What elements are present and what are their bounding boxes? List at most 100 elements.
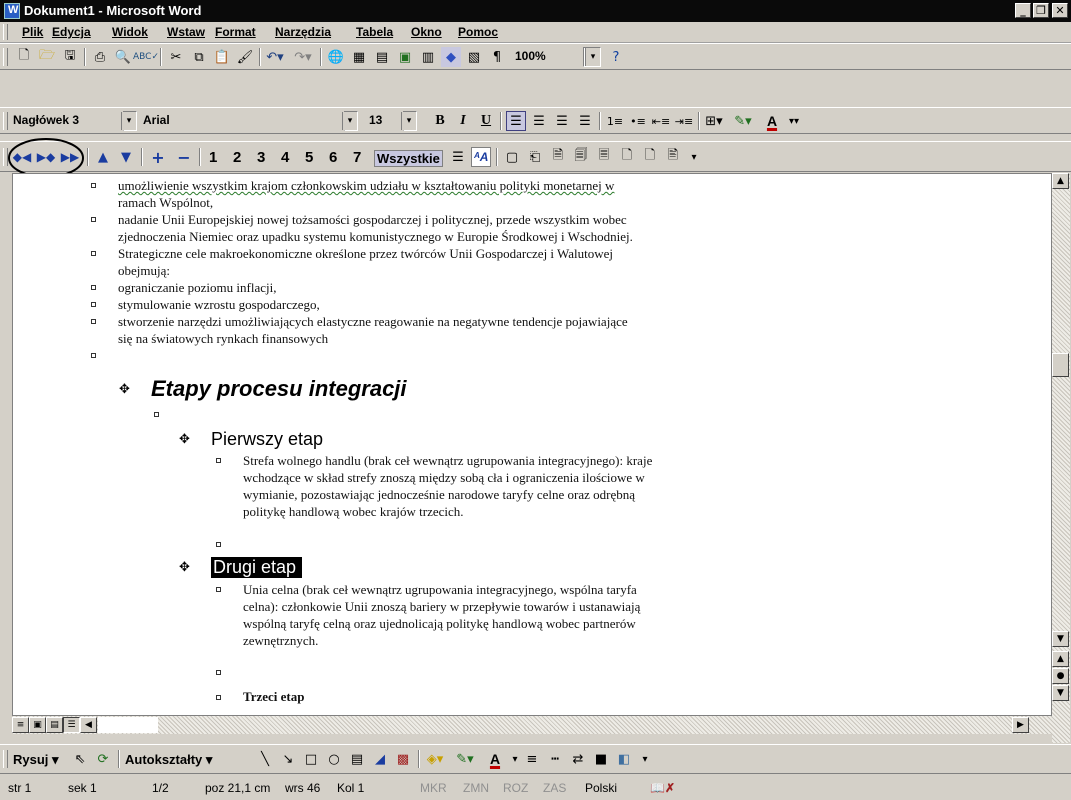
create-subdocument-icon[interactable]: 🗎	[548, 147, 568, 167]
scroll-right-icon[interactable]: ▶	[1012, 717, 1029, 733]
menu-narzedzia[interactable]: Narzędzia	[275, 25, 331, 39]
select-objects-icon[interactable]: ⇖	[70, 749, 90, 769]
close-button[interactable]: ✕	[1052, 3, 1068, 18]
more-buttons-icon[interactable]: ▾	[635, 749, 655, 769]
font-combo[interactable]: Arial	[140, 111, 340, 131]
numbering-icon[interactable]: 1≡	[605, 111, 625, 131]
undo-icon[interactable]: ↶▾	[265, 47, 285, 67]
draw-menu-button[interactable]: Rysuj ▾	[13, 752, 59, 768]
font-color-draw-icon[interactable]: A	[485, 749, 505, 769]
menu-format[interactable]: Format	[215, 25, 256, 39]
show-level-5[interactable]: 5	[305, 149, 313, 166]
text-box-icon[interactable]: ▤	[347, 749, 367, 769]
vertical-scrollbar[interactable]: ▲ ▼ ▲ ● ▼	[1052, 173, 1070, 743]
restore-button[interactable]: ❐	[1033, 3, 1049, 18]
bullets-icon[interactable]: •≡	[628, 111, 648, 131]
insert-excel-icon[interactable]: ▣	[395, 47, 415, 67]
insert-subdocument-icon[interactable]: 🗏	[594, 147, 614, 167]
first-line-only-icon[interactable]: ☰	[448, 147, 468, 167]
dash-style-icon[interactable]: ┅	[545, 749, 565, 769]
normal-view-icon[interactable]: ≡	[12, 717, 29, 733]
horizontal-scrollbar[interactable]: ≡ ▣ ▤ ☰ ◀ ▶	[12, 716, 1052, 734]
style-combo[interactable]: Nagłówek 3	[10, 111, 120, 131]
shadow-icon[interactable]: ■	[591, 749, 611, 769]
oval-icon[interactable]: ○	[324, 749, 344, 769]
outline-expand-icon[interactable]: ✥	[119, 382, 130, 397]
hscroll-track[interactable]	[98, 717, 158, 733]
redo-icon[interactable]: ↷▾	[293, 47, 313, 67]
bold-button[interactable]: B	[430, 111, 450, 131]
move-up-icon[interactable]: ▲	[93, 147, 113, 167]
align-center-icon[interactable]: ☰	[529, 111, 549, 131]
collapse-icon[interactable]: −	[174, 147, 194, 167]
print-layout-icon[interactable]: ▤	[46, 717, 63, 733]
line-color-icon[interactable]: ✎▾	[455, 749, 475, 769]
menu-edycja[interactable]: Edycja	[52, 25, 91, 39]
expand-icon[interactable]: +	[148, 147, 168, 167]
arrow-icon[interactable]: ↘	[278, 749, 298, 769]
zoom-dropdown[interactable]: ▾	[583, 47, 601, 67]
spelling-status-icon[interactable]: 📖✗	[650, 781, 675, 795]
scroll-thumb[interactable]	[1052, 353, 1069, 377]
menu-wstaw[interactable]: Wstaw	[167, 25, 205, 39]
line-icon[interactable]: ╲	[255, 749, 275, 769]
decrease-indent-icon[interactable]: ⇤≡	[651, 111, 671, 131]
style-dropdown[interactable]: ▾	[121, 111, 137, 131]
merge-subdocument-icon[interactable]: 🗋	[617, 147, 637, 167]
autoshapes-menu-button[interactable]: Autokształty ▾	[125, 752, 212, 768]
status-mkr[interactable]: MKR	[420, 781, 447, 795]
show-level-6[interactable]: 6	[329, 149, 337, 166]
print-icon[interactable]: ⎙	[90, 47, 110, 67]
status-roz[interactable]: ROZ	[503, 781, 528, 795]
open-folder-icon[interactable]: 🗁	[37, 47, 57, 67]
tables-borders-icon[interactable]: ▦	[349, 47, 369, 67]
master-document-view-icon[interactable]: ▢	[502, 147, 522, 167]
menu-widok[interactable]: Widok	[112, 25, 148, 39]
split-subdocument-icon[interactable]: 🗋	[640, 147, 660, 167]
scroll-left-icon[interactable]: ◀	[80, 717, 97, 733]
menu-okno[interactable]: Okno	[411, 25, 442, 39]
justify-icon[interactable]: ☰	[575, 111, 595, 131]
scroll-up-icon[interactable]: ▲	[1052, 173, 1069, 189]
italic-button[interactable]: I	[453, 111, 473, 131]
help-icon[interactable]: ?	[606, 47, 626, 67]
outline-expand-icon[interactable]: ✥	[179, 432, 190, 447]
next-page-icon[interactable]: ▼	[1052, 685, 1069, 701]
font-dropdown[interactable]: ▾	[342, 111, 358, 131]
new-document-icon[interactable]: 🗋	[14, 47, 34, 67]
menu-tabela[interactable]: Tabela	[356, 25, 393, 39]
size-dropdown[interactable]: ▾	[401, 111, 417, 131]
collapse-subdocuments-icon[interactable]: ⎗	[525, 147, 545, 167]
paste-icon[interactable]: 📋	[212, 47, 232, 67]
web-view-icon[interactable]: ▣	[29, 717, 46, 733]
cut-icon[interactable]: ✂	[166, 47, 186, 67]
3d-icon[interactable]: ◧	[614, 749, 634, 769]
more-buttons-icon[interactable]: ▾	[684, 147, 704, 167]
lock-document-icon[interactable]: 🖹	[663, 147, 683, 167]
highlight-icon[interactable]: ✎▾	[733, 111, 753, 131]
menu-plik[interactable]: Plik	[22, 25, 43, 39]
outline-view-icon[interactable]: ☰	[63, 717, 80, 733]
print-preview-icon[interactable]: 🔍	[113, 47, 133, 67]
increase-indent-icon[interactable]: ⇥≡	[674, 111, 694, 131]
insert-table-icon[interactable]: ▤	[372, 47, 392, 67]
align-left-icon[interactable]: ☰	[506, 111, 526, 131]
drawing-icon[interactable]: ◆	[441, 47, 461, 67]
spelling-icon[interactable]: ABC✓	[133, 47, 159, 67]
show-level-3[interactable]: 3	[257, 149, 265, 166]
rectangle-icon[interactable]: □	[301, 749, 321, 769]
format-painter-icon[interactable]: 🖌	[235, 47, 255, 67]
status-zas[interactable]: ZAS	[543, 781, 566, 795]
previous-page-icon[interactable]: ▲	[1052, 651, 1069, 667]
show-level-2[interactable]: 2	[233, 149, 241, 166]
hyperlink-icon[interactable]: 🌐	[326, 47, 346, 67]
save-icon[interactable]: 🖫	[60, 47, 80, 67]
word-app-icon[interactable]	[4, 3, 20, 19]
font-color-icon[interactable]: A	[762, 111, 782, 131]
show-level-7[interactable]: 7	[353, 149, 361, 166]
menu-pomoc[interactable]: Pomoc	[458, 25, 498, 39]
remove-subdocument-icon[interactable]: 🗐	[571, 147, 591, 167]
borders-icon[interactable]: ⊞▾	[704, 111, 724, 131]
show-level-1[interactable]: 1	[209, 149, 217, 166]
align-right-icon[interactable]: ☰	[552, 111, 572, 131]
